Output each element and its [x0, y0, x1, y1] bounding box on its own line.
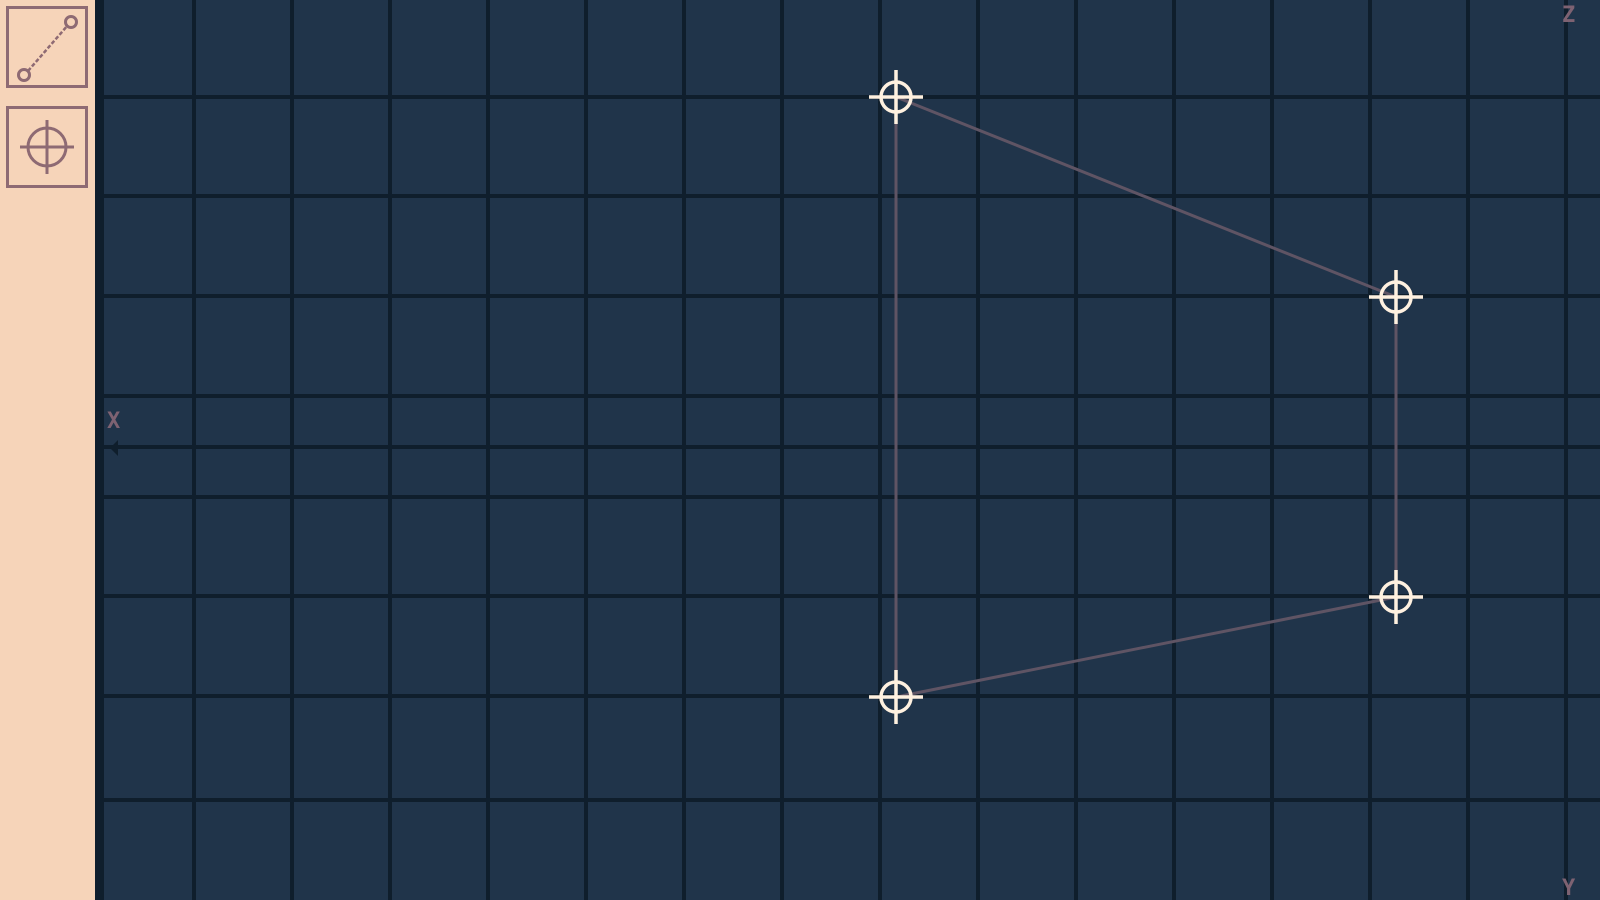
crosshair-point-icon	[20, 120, 74, 174]
viewport-svg[interactable]: Z X Y	[104, 0, 1600, 900]
viewport-canvas[interactable]: Z X Y	[104, 0, 1600, 900]
line-tool-icon	[17, 15, 78, 82]
line-tool-button[interactable]	[6, 6, 88, 88]
axis-label-z: Z	[1562, 3, 1575, 28]
point-tool-button[interactable]	[6, 106, 88, 188]
tool-sidebar	[0, 0, 95, 900]
sidebar-divider	[95, 0, 104, 900]
axis-label-y: Y	[1562, 876, 1576, 900]
editor-window: Z X Y	[0, 0, 1600, 900]
axis-label-x: X	[107, 409, 120, 434]
